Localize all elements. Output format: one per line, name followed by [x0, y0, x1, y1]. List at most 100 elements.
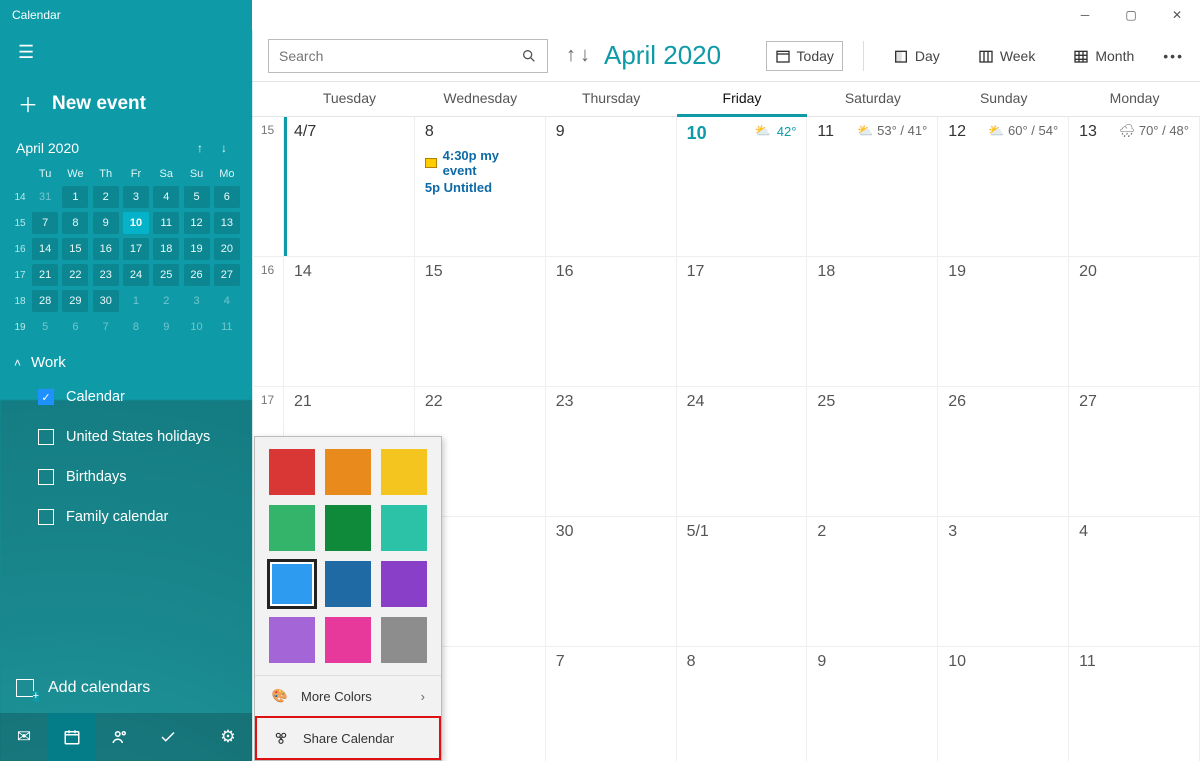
day-cell[interactable]: 14 [284, 257, 415, 386]
mini-day[interactable]: 11 [212, 314, 242, 340]
checkbox-icon[interactable]: ✓ [38, 389, 54, 405]
mail-icon[interactable]: ✉ [0, 713, 48, 761]
color-swatch[interactable] [325, 561, 371, 607]
mini-day[interactable]: 17 [121, 236, 151, 262]
today-button[interactable]: Today [766, 41, 843, 71]
mini-day[interactable]: 31 [30, 184, 60, 210]
day-cell[interactable]: 10 [938, 647, 1069, 761]
day-cell[interactable]: 11 [1069, 647, 1200, 761]
calendar-item[interactable]: United States holidays [32, 417, 252, 457]
view-month-button[interactable]: Month [1064, 41, 1143, 71]
mini-day[interactable]: 7 [91, 314, 121, 340]
mini-day[interactable]: 24 [121, 262, 151, 288]
mini-day[interactable]: 20 [212, 236, 242, 262]
mini-calendar-month[interactable]: April 2020 [16, 140, 188, 156]
calendar-item[interactable]: Family calendar [32, 497, 252, 537]
event-item[interactable]: 5p Untitled [425, 179, 535, 196]
mini-day[interactable]: 2 [91, 184, 121, 210]
mini-day[interactable]: 9 [151, 314, 181, 340]
day-cell[interactable]: 30 [546, 517, 677, 646]
day-cell[interactable]: 16 [546, 257, 677, 386]
mini-day[interactable]: 3 [121, 184, 151, 210]
search-box[interactable] [268, 39, 548, 73]
todo-icon[interactable] [144, 713, 192, 761]
search-icon[interactable] [521, 48, 537, 64]
mini-day[interactable]: 10 [121, 210, 151, 236]
mini-day[interactable]: 28 [30, 288, 60, 314]
day-cell[interactable]: 2 [807, 517, 938, 646]
day-cell[interactable]: 19 [938, 257, 1069, 386]
day-cell[interactable]: 9 [546, 117, 677, 256]
mini-day[interactable]: 14 [30, 236, 60, 262]
day-cell[interactable]: 27 [1069, 387, 1200, 516]
settings-icon[interactable]: ⚙ [204, 713, 252, 761]
day-cell[interactable]: 26 [938, 387, 1069, 516]
mini-day[interactable]: 11 [151, 210, 181, 236]
mini-day[interactable]: 7 [30, 210, 60, 236]
day-cell[interactable]: 13🌧 70° / 48° [1069, 117, 1200, 256]
checkbox-icon[interactable] [38, 469, 54, 485]
mini-day[interactable]: 8 [121, 314, 151, 340]
mini-day[interactable]: 5 [30, 314, 60, 340]
mini-day[interactable]: 18 [151, 236, 181, 262]
color-swatch[interactable] [269, 561, 315, 607]
day-cell[interactable]: 7 [546, 647, 677, 761]
calendar-item[interactable]: ✓ Calendar [32, 377, 252, 417]
day-cell[interactable]: 17 [677, 257, 808, 386]
mini-day[interactable]: 6 [212, 184, 242, 210]
day-cell[interactable]: 4/7 [284, 117, 415, 256]
color-swatch[interactable] [381, 449, 427, 495]
color-swatch[interactable] [381, 505, 427, 551]
mini-day[interactable]: 30 [91, 288, 121, 314]
maximize-button[interactable]: ▢ [1108, 0, 1154, 30]
event-item[interactable]: 4:30p my event [425, 147, 535, 179]
day-cell[interactable]: 18 [807, 257, 938, 386]
day-cell[interactable]: 10⛅ 42° [677, 117, 808, 256]
mini-day[interactable]: 2 [151, 288, 181, 314]
mini-day[interactable]: 10 [181, 314, 211, 340]
mini-day[interactable]: 23 [91, 262, 121, 288]
mini-day[interactable]: 25 [151, 262, 181, 288]
calendar-item[interactable]: Birthdays [32, 457, 252, 497]
color-swatch[interactable] [325, 449, 371, 495]
color-swatch[interactable] [381, 617, 427, 663]
mini-day[interactable]: 1 [60, 184, 90, 210]
mini-day[interactable]: 6 [60, 314, 90, 340]
hamburger-icon[interactable]: ☰ [0, 30, 252, 75]
view-week-button[interactable]: Week [969, 41, 1045, 71]
day-cell[interactable]: 11⛅ 53° / 41° [807, 117, 938, 256]
mini-day[interactable]: 8 [60, 210, 90, 236]
more-icon[interactable]: ••• [1163, 48, 1184, 64]
day-cell[interactable]: 12⛅ 60° / 54° [938, 117, 1069, 256]
day-cell[interactable]: 25 [807, 387, 938, 516]
minimize-button[interactable]: ─ [1062, 0, 1108, 30]
search-input[interactable] [279, 48, 513, 64]
checkbox-icon[interactable] [38, 429, 54, 445]
mini-day[interactable]: 26 [181, 262, 211, 288]
mini-day[interactable]: 27 [212, 262, 242, 288]
color-swatch[interactable] [381, 561, 427, 607]
day-cell[interactable]: 9 [807, 647, 938, 761]
calendar-icon[interactable] [48, 713, 96, 761]
day-cell[interactable]: 4 [1069, 517, 1200, 646]
day-cell[interactable]: 23 [546, 387, 677, 516]
mini-day[interactable]: 12 [181, 210, 211, 236]
month-label[interactable]: April 2020 [604, 40, 721, 71]
mini-day[interactable]: 4 [212, 288, 242, 314]
mini-next-icon[interactable]: ↓ [212, 141, 236, 155]
day-cell[interactable]: 24 [677, 387, 808, 516]
mini-day[interactable]: 22 [60, 262, 90, 288]
day-cell[interactable]: 5/1 [677, 517, 808, 646]
people-icon[interactable] [96, 713, 144, 761]
checkbox-icon[interactable] [38, 509, 54, 525]
mini-day[interactable]: 19 [181, 236, 211, 262]
prev-period-icon[interactable]: ↑ [566, 44, 576, 67]
color-swatch[interactable] [325, 505, 371, 551]
share-calendar-item[interactable]: Share Calendar [255, 716, 441, 760]
mini-day[interactable]: 3 [181, 288, 211, 314]
add-calendars-button[interactable]: Add calendars [0, 663, 252, 713]
mini-day[interactable]: 9 [91, 210, 121, 236]
color-swatch[interactable] [269, 505, 315, 551]
color-swatch[interactable] [269, 449, 315, 495]
day-cell[interactable]: 20 [1069, 257, 1200, 386]
